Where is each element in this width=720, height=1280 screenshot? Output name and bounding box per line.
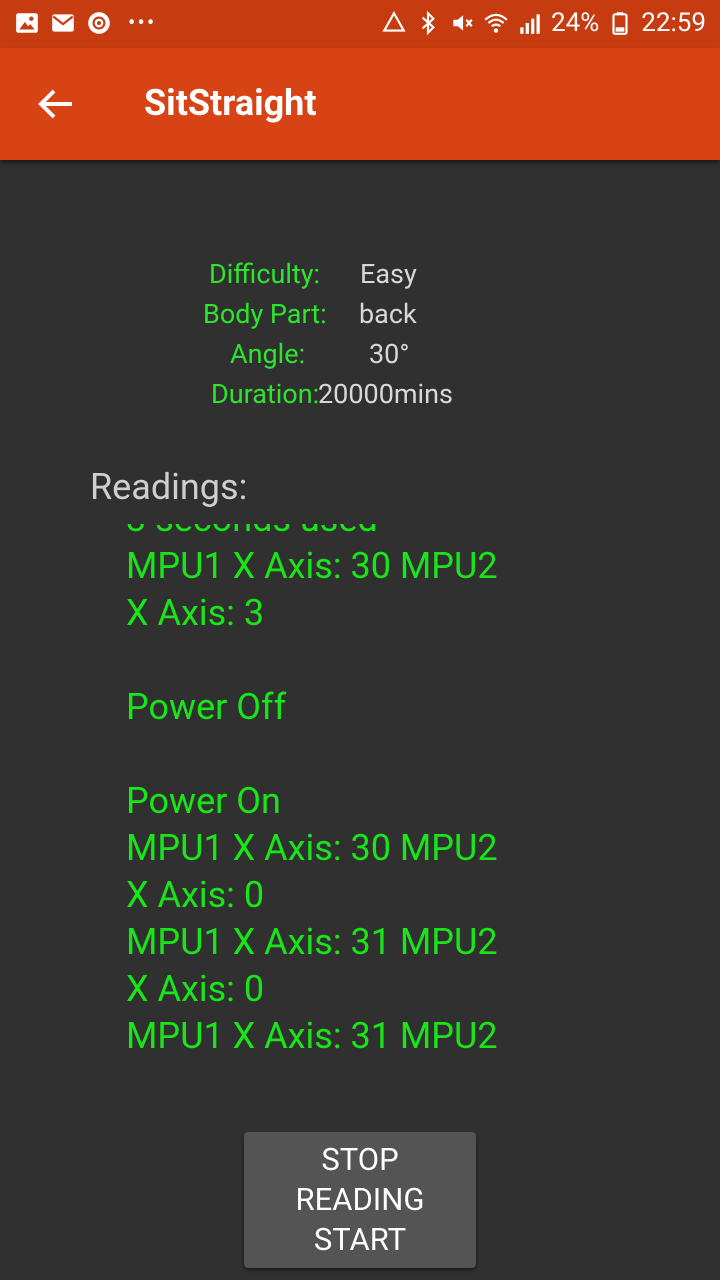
reading-line: Power On bbox=[126, 780, 281, 822]
readings-log[interactable]: 3 seconds used MPU1 X Axis: 30 MPU2 X Axis… bbox=[126, 524, 596, 1084]
duration-value: 20000mins bbox=[318, 378, 453, 410]
battery-percent: 24% bbox=[550, 8, 600, 38]
bluetooth-icon bbox=[421, 10, 435, 36]
body-part-value: back bbox=[359, 298, 417, 330]
clock: 22:59 bbox=[641, 8, 706, 38]
signal-icon bbox=[520, 14, 540, 34]
button-label-line1: STOP bbox=[321, 1141, 399, 1178]
reading-line: X Axis: 3 bbox=[126, 592, 265, 634]
reading-line: X Axis: 0 bbox=[126, 968, 265, 1010]
angle-row: Angle: 30° bbox=[0, 338, 720, 378]
readings-log-content: 3 seconds used MPU1 X Axis: 30 MPU2 X Axis… bbox=[126, 524, 498, 1060]
status-bar: ••• 24% 22:59 bbox=[0, 0, 720, 48]
more-icon: ••• bbox=[128, 10, 157, 36]
status-right-icons: 24% 22:59 bbox=[381, 8, 706, 38]
difficulty-value: Easy bbox=[360, 258, 417, 290]
sync-icon bbox=[382, 11, 406, 32]
reading-line: MPU1 X Axis: 31 MPU2 bbox=[126, 921, 498, 963]
app-bar: SitStraight bbox=[0, 48, 720, 160]
body-part-row: Body Part: back bbox=[0, 298, 720, 338]
arrow-left-icon bbox=[38, 89, 72, 119]
difficulty-label: Difficulty: bbox=[209, 258, 321, 290]
stop-reading-start-button[interactable]: STOP READING START bbox=[244, 1132, 476, 1268]
duration-row: Duration: 20000mins bbox=[0, 378, 720, 418]
button-label-line3: START bbox=[313, 1221, 407, 1258]
back-button[interactable] bbox=[28, 76, 84, 132]
reading-line: Power Off bbox=[126, 686, 287, 728]
reading-line: X Axis: 0 bbox=[126, 874, 265, 916]
reading-line bbox=[126, 637, 498, 684]
settings-icon bbox=[88, 12, 110, 34]
image-icon bbox=[16, 13, 38, 33]
body-part-label: Body Part: bbox=[203, 298, 327, 330]
reading-line bbox=[126, 731, 498, 778]
reading-line: MPU1 X Axis: 30 MPU2 bbox=[126, 545, 498, 587]
app-title: SitStraight bbox=[144, 82, 317, 124]
angle-value: 30° bbox=[369, 338, 410, 370]
duration-label: Duration: bbox=[211, 378, 320, 410]
mute-icon bbox=[453, 15, 473, 31]
settings-summary: Difficulty: Easy Body Part: back Angle: … bbox=[0, 258, 720, 418]
reading-line: 3 seconds used bbox=[126, 524, 498, 543]
button-label-line2: READING bbox=[295, 1181, 425, 1218]
angle-label: Angle: bbox=[230, 338, 306, 370]
readings-label: Readings: bbox=[90, 466, 248, 508]
reading-line: MPU1 X Axis: 30 MPU2 bbox=[126, 827, 498, 869]
reading-line: MPU1 X Axis: 31 MPU2 bbox=[126, 1015, 498, 1057]
mail-icon bbox=[52, 14, 74, 32]
wifi-icon bbox=[484, 13, 508, 33]
status-left-icons: ••• bbox=[14, 10, 156, 36]
difficulty-row: Difficulty: Easy bbox=[0, 258, 720, 298]
battery-icon bbox=[612, 12, 628, 35]
